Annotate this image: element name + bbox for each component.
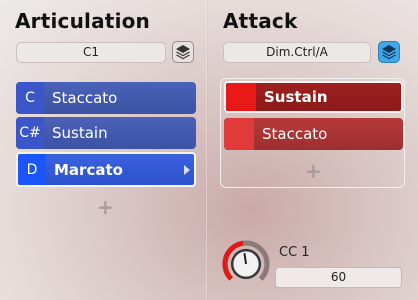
attack-panel: Attack Dim.Ctrl/A Sustain Staccato + CC … — [208, 0, 418, 300]
articulation-title: Articulation — [15, 9, 150, 33]
attack-color-swatch — [224, 118, 254, 150]
layers-icon — [176, 45, 190, 60]
articulation-item[interactable]: C# Sustain — [16, 117, 196, 149]
cc-knob[interactable] — [221, 239, 271, 289]
add-attack-button[interactable]: + — [305, 159, 322, 183]
articulation-label: Sustain — [52, 124, 108, 142]
attack-label: Sustain — [264, 88, 328, 106]
attack-mode-field[interactable]: Dim.Ctrl/A — [223, 42, 371, 63]
attack-item-selected[interactable]: Sustain — [224, 81, 403, 113]
articulation-note: D — [18, 154, 46, 185]
attack-color-swatch — [226, 83, 256, 111]
attack-title: Attack — [223, 9, 298, 33]
add-articulation-button[interactable]: + — [97, 195, 114, 219]
attack-label: Staccato — [262, 125, 328, 143]
articulation-list: C Staccato C# Sustain D Marcato — [16, 82, 196, 190]
attack-item[interactable]: Staccato — [224, 118, 403, 150]
articulation-note: C# — [16, 117, 44, 149]
chevron-right-icon — [184, 164, 190, 175]
articulation-note: C — [16, 82, 44, 114]
articulation-key-field[interactable]: C1 — [16, 42, 166, 63]
attack-layers-button[interactable] — [378, 41, 400, 63]
articulation-layers-button[interactable] — [172, 41, 194, 63]
articulation-item[interactable]: C Staccato — [16, 82, 196, 114]
articulation-label: Marcato — [54, 160, 123, 179]
layers-icon — [382, 45, 396, 60]
cc-value-field[interactable]: 60 — [275, 267, 402, 288]
attack-list: Sustain Staccato + — [220, 78, 405, 188]
articulation-panel: Articulation C1 C Staccato C# Sustain D … — [0, 0, 207, 300]
articulation-item-selected[interactable]: D Marcato — [16, 152, 196, 187]
articulation-label: Staccato — [52, 89, 118, 107]
cc-label: CC 1 — [279, 245, 310, 260]
